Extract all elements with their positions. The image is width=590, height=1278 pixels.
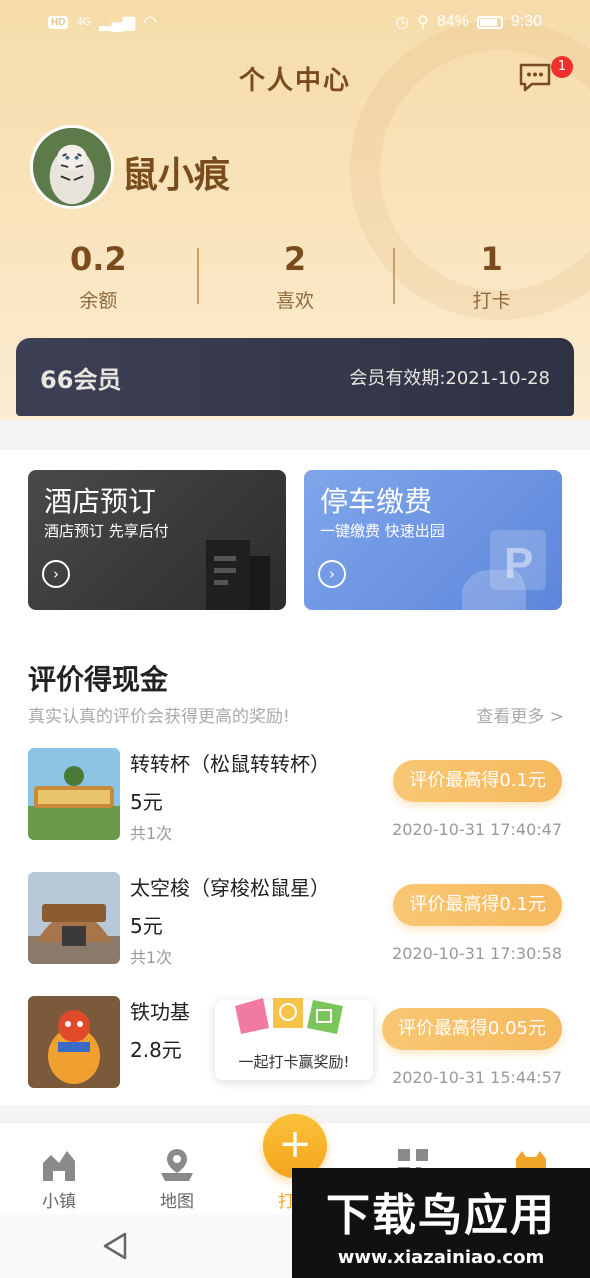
ride-thumbnail [28,748,120,840]
stat-checkins[interactable]: 1 打卡 [393,240,590,320]
tab-town[interactable]: 小镇 [0,1123,118,1214]
item-count: 共1次 [130,948,173,967]
hotel-title: 酒店预订 [44,485,157,518]
stat-likes[interactable]: 2 喜欢 [196,240,394,320]
stat-label: 喜欢 [276,290,315,312]
clock: 9:30 [510,13,542,30]
review-reward-button[interactable]: 评价最高得0.1元 [393,884,562,926]
building-icon [206,540,270,610]
membership-expiry: 会员有效期:2021-10-28 [349,368,550,389]
item-time: 2020-10-31 17:30:58 [392,944,562,963]
item-time: 2020-10-31 15:44:57 [392,1068,562,1087]
checkin-reward-popup[interactable]: 一起打卡赢奖励! [215,998,373,1080]
review-reward-button[interactable]: 评价最高得0.05元 [381,1008,562,1050]
item-name: 转转杯（松鼠转转杯） [130,752,330,776]
watermark-url: www.xiazainiao.com [337,1246,545,1268]
item-time: 2020-10-31 17:40:47 [392,820,562,839]
stat-value: 2 [283,240,307,278]
alarm-icon: ◷ [395,14,410,31]
tab-label: 小镇 [42,1192,76,1212]
message-button[interactable] [518,62,552,92]
hotel-subtitle: 酒店预订 先享后付 [44,522,169,540]
town-icon [0,1147,118,1181]
list-item[interactable]: 太空梭（穿梭松鼠星） 5元 共1次 评价最高得0.1元 2020-10-31 1… [28,872,568,972]
stats-row: 0.2 余额 2 喜欢 1 打卡 [0,240,590,320]
parking-payment-card[interactable]: 停车缴费 一键缴费 快速出园 › P [304,470,562,610]
watermark-main: 下载鸟应用 [326,1179,556,1243]
watermark-main-text: 下载鸟应用 [326,1189,556,1241]
item-name: 铁功基 [130,1000,190,1024]
chevron-right-icon: › [42,560,70,588]
avatar[interactable] [30,125,114,209]
membership-name: 66会员 [40,365,122,394]
review-section-title: 评价得现金 [28,663,169,696]
review-reward-button[interactable]: 评价最高得0.1元 [393,760,562,802]
item-count: 共1次 [130,824,173,843]
stat-value: 0.2 [69,240,127,278]
parking-title: 停车缴费 [320,485,433,518]
tab-map[interactable]: 地图 [118,1123,236,1214]
wifi-icon: ◠ [143,14,158,31]
see-more-link[interactable]: 查看更多 > [476,702,564,727]
back-icon[interactable] [101,1231,129,1261]
stat-label: 打卡 [472,290,511,312]
stat-value: 1 [480,240,503,278]
page-title: 个人中心 [238,66,351,96]
stat-balance[interactable]: 0.2 余额 [0,240,197,320]
network-label: 4G [76,16,92,28]
message-badge: 1 [551,56,573,78]
checkin-flags-icon [235,998,343,1034]
item-price: 5元 [130,790,163,814]
signal-icon: ▂▄▆ [99,14,136,31]
map-pin-icon [118,1147,236,1181]
chevron-right-icon: › [318,560,346,588]
battery-percent: 84% [436,13,469,30]
membership-card[interactable]: 66会员 会员有效期:2021-10-28 [16,338,574,416]
hd-badge: HD [48,15,69,29]
review-section-subtitle: 真实认真的评价会获得更高的奖励! [28,707,290,727]
watermark-logo: 下载鸟应用 www.xiazainiao.com [292,1168,590,1278]
parking-subtitle: 一键缴费 快速出园 [320,522,445,540]
plus-icon: + [278,1121,312,1167]
ride-thumbnail [28,996,120,1088]
stat-label: 余额 [79,290,118,312]
status-bar: HD 4G ▂▄▆ ◠ ◷ ⚲ 84% 9:30 [0,0,590,44]
location-icon: ⚲ [417,14,429,31]
parking-icon: P [462,530,546,610]
tab-label: 地图 [160,1192,194,1212]
item-price: 5元 [130,914,163,938]
message-icon [519,63,551,92]
list-item[interactable]: 转转杯（松鼠转转杯） 5元 共1次 评价最高得0.1元 2020-10-31 1… [28,748,568,848]
item-price: 2.8元 [130,1038,182,1062]
battery-icon [476,15,503,29]
hotel-booking-card[interactable]: 酒店预订 酒店预订 先享后付 › [28,470,286,610]
ride-thumbnail [28,872,120,964]
checkin-reward-text: 一起打卡赢奖励! [238,1053,350,1071]
item-name: 太空梭（穿梭松鼠星） [130,876,330,900]
username: 鼠小痕 [122,155,231,196]
